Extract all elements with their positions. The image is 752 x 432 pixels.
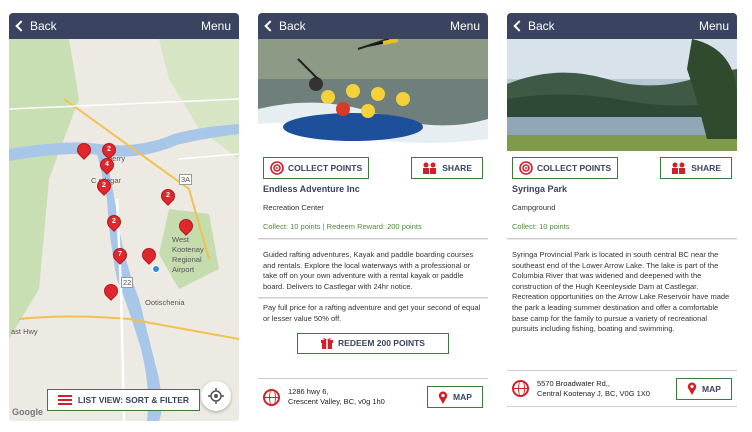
airport-icon	[152, 265, 160, 273]
crosshair-icon	[208, 388, 224, 404]
nav-bar: Back Menu	[9, 13, 239, 39]
map-label-route-3a: 3A	[179, 174, 193, 185]
my-location-button[interactable]	[201, 381, 231, 411]
points-info: Collect: 10 points | Redeem Reward: 200 …	[263, 222, 422, 231]
map-label-airport-2: Kootenay	[172, 245, 204, 254]
chevron-left-icon	[513, 20, 525, 32]
map-button[interactable]: MAP	[676, 377, 732, 400]
place-category: Campground	[512, 203, 556, 212]
globe-icon	[263, 388, 280, 406]
map-label-airport-1: West	[172, 235, 189, 244]
map-label-airport-4: Airport	[172, 265, 195, 274]
people-icon	[672, 162, 686, 174]
globe-icon	[512, 380, 529, 397]
nav-bar: Back Menu	[507, 13, 737, 39]
map-pin-icon	[438, 391, 448, 404]
points-info: Collect: 10 points	[512, 222, 570, 231]
map-label-route-22: 22	[121, 277, 134, 288]
collect-points-button[interactable]: COLLECT POINTS	[512, 157, 619, 179]
place-title: Endless Adventure Inc	[263, 184, 360, 194]
map-label-ootischenia: Ootischenia	[145, 298, 185, 307]
map-screen: Back Menu berry C stlegar West Kootenay …	[9, 13, 239, 421]
map-button[interactable]: MAP	[427, 386, 483, 408]
rafting-photo	[258, 39, 488, 151]
map-label-hwy: ast Hwy	[11, 327, 38, 336]
offer-text: Pay full price for a rafting adventure a…	[263, 303, 481, 323]
google-logo: Google	[12, 407, 43, 417]
menu-button[interactable]: Menu	[201, 19, 231, 33]
chevron-left-icon	[264, 20, 276, 32]
nav-bar: Back Menu	[258, 13, 488, 39]
collect-points-button[interactable]: COLLECT POINTS	[263, 157, 370, 179]
menu-button[interactable]: Menu	[699, 19, 729, 33]
place-title: Syringa Park	[512, 184, 568, 194]
people-icon	[423, 162, 437, 174]
share-button[interactable]: SHARE	[411, 157, 483, 179]
address-row: 5570 Broadwater Rd,, Central Kootenay J,…	[507, 370, 737, 406]
back-button[interactable]: Back	[512, 19, 555, 33]
action-row: COLLECT POINTS SHARE	[507, 151, 737, 179]
map-label-airport-3: Regional	[172, 255, 202, 264]
menu-button[interactable]: Menu	[450, 19, 480, 33]
back-button[interactable]: Back	[14, 19, 57, 33]
list-view-label: LIST VIEW: SORT & FILTER	[77, 395, 190, 405]
lake-photo	[507, 39, 737, 151]
place-category: Recreation Center	[263, 203, 324, 212]
back-button[interactable]: Back	[263, 19, 306, 33]
action-row: COLLECT POINTS SHARE	[258, 151, 488, 179]
map-pin-icon	[687, 382, 697, 395]
divider	[507, 406, 737, 421]
map-view[interactable]: berry C stlegar West Kootenay Regional A…	[9, 39, 239, 421]
list-icon	[57, 395, 72, 405]
back-label: Back	[30, 19, 57, 33]
map-terrain	[9, 39, 239, 421]
back-label: Back	[528, 19, 555, 33]
detail-screen-syringa-park: Back Menu COLLECT POINTS SHARE Syringa P…	[507, 13, 737, 421]
address-row: 1286 hwy 6, Crescent Valley, BC, v0g 1h0…	[258, 378, 488, 415]
place-description: Guided rafting adventures, Kayak and pad…	[263, 250, 474, 291]
back-label: Back	[279, 19, 306, 33]
address-text: 1286 hwy 6, Crescent Valley, BC, v0g 1h0	[288, 387, 385, 406]
place-description: Syringa Provincial Park is located in so…	[512, 250, 730, 334]
target-icon	[519, 161, 533, 175]
target-icon	[270, 161, 284, 175]
chevron-left-icon	[15, 20, 27, 32]
gift-icon	[321, 338, 334, 350]
list-view-button[interactable]: LIST VIEW: SORT & FILTER	[47, 389, 200, 411]
address-text: 5570 Broadwater Rd,, Central Kootenay J,…	[537, 378, 650, 398]
share-button[interactable]: SHARE	[660, 157, 732, 179]
detail-screen-endless-adventure: Back Menu COLLECT POINTS SHARE Endless A…	[258, 13, 488, 421]
redeem-button[interactable]: REDEEM 200 POINTS	[297, 332, 449, 354]
